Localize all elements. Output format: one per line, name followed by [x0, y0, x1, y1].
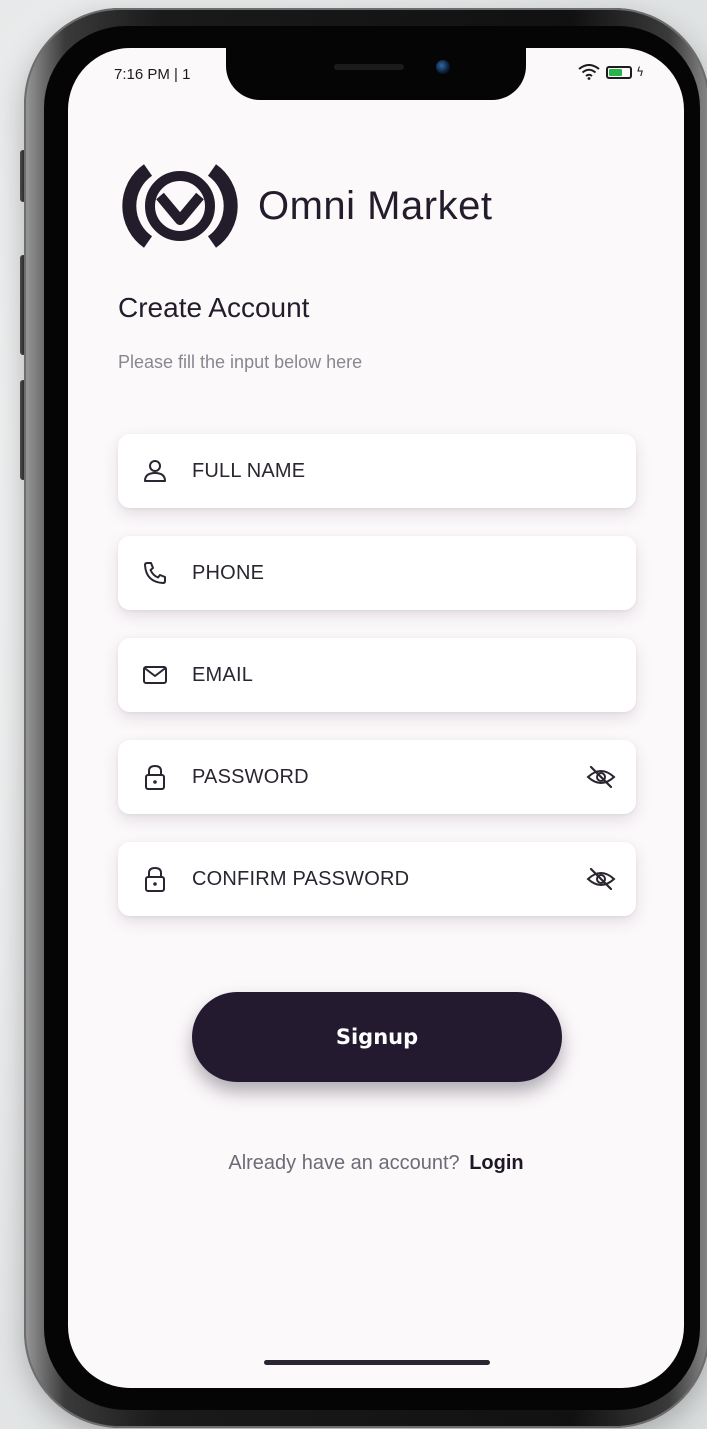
mail-icon — [140, 660, 170, 690]
page-subtitle: Please fill the input below here — [118, 352, 363, 372]
status-icons: ϟ — [578, 64, 644, 80]
password-field[interactable]: PASSWORD — [118, 740, 636, 814]
charging-bolt-icon: ϟ — [636, 65, 644, 79]
login-prompt-text: Already have an account? — [228, 1152, 460, 1174]
email-field[interactable]: EMAIL — [118, 638, 636, 712]
phone-placeholder: PHONE — [192, 561, 265, 584]
login-link[interactable]: Login — [469, 1152, 523, 1174]
signup-button[interactable]: Signup — [192, 992, 562, 1082]
brand-name: Omni Market — [258, 183, 493, 228]
status-time: 7:16 PM | 1 — [114, 66, 191, 83]
lock-icon — [140, 864, 170, 894]
page-title: Create Account — [118, 292, 310, 323]
lock-icon — [140, 762, 170, 792]
stage: 7:16 PM | 1 ϟ Omni Market Create Account… — [0, 0, 707, 1429]
login-prompt: Already have an account? Login — [68, 1152, 684, 1175]
password-placeholder: PASSWORD — [192, 765, 309, 788]
phone-screen: 7:16 PM | 1 ϟ Omni Market Create Account… — [68, 48, 684, 1388]
eye-off-icon[interactable] — [584, 762, 618, 792]
speaker-grille — [334, 64, 404, 70]
confirm-password-field[interactable]: CONFIRM PASSWORD — [118, 842, 636, 916]
confirm-password-placeholder: CONFIRM PASSWORD — [192, 867, 410, 890]
omni-market-logo-icon — [122, 164, 238, 248]
brand: Omni Market — [118, 160, 492, 252]
eye-off-icon[interactable] — [584, 864, 618, 894]
front-camera — [436, 60, 450, 74]
wifi-icon — [578, 64, 600, 80]
notch — [226, 48, 526, 100]
phone-field[interactable]: PHONE — [118, 536, 636, 610]
full-name-field[interactable]: FULL NAME — [118, 434, 636, 508]
full-name-placeholder: FULL NAME — [192, 459, 306, 482]
email-placeholder: EMAIL — [192, 663, 254, 686]
phone-icon — [140, 558, 170, 588]
battery-icon — [606, 65, 633, 79]
user-icon — [140, 456, 170, 486]
home-indicator[interactable] — [264, 1360, 490, 1365]
